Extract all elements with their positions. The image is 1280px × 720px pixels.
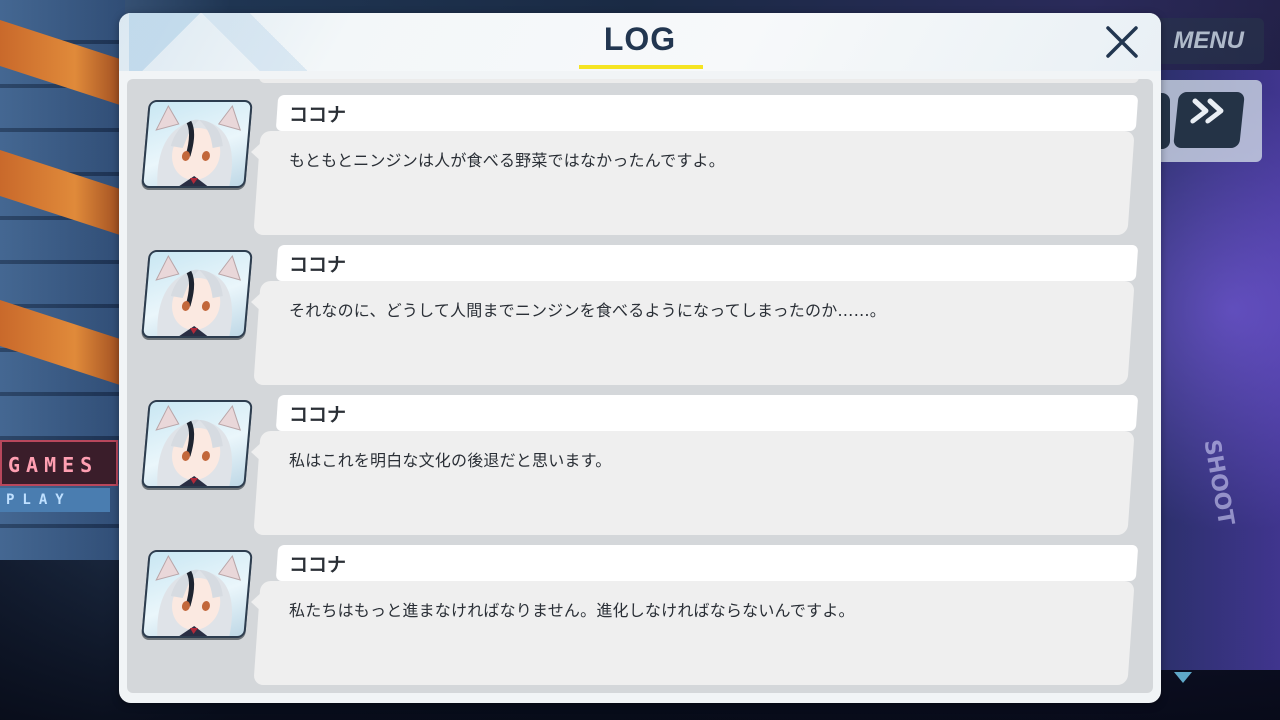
portrait-image bbox=[143, 252, 251, 336]
skip-button[interactable] bbox=[1173, 92, 1245, 148]
speaker-name: ココナ bbox=[289, 254, 347, 276]
double-chevron-right-icon bbox=[1189, 92, 1231, 127]
log-header: LOG bbox=[119, 13, 1161, 71]
speech-bubble-tail bbox=[251, 441, 263, 463]
speech-bubble-tail bbox=[251, 291, 263, 313]
speech-bubble-tail bbox=[251, 141, 263, 163]
games-sign: GAMES bbox=[0, 440, 118, 486]
speaker-name: ココナ bbox=[289, 104, 347, 126]
log-entry: ココナ それなのに、どうして人間までニンジンを食べるようになってしまったのか……… bbox=[127, 245, 1153, 391]
log-entry: ココナ もともとニンジンは人が食べる野菜ではなかったんですよ。 bbox=[127, 95, 1153, 241]
log-entry: ココナ 私はこれを明白な文化の後退だと思います。 bbox=[127, 395, 1153, 541]
speaker-portrait bbox=[141, 400, 253, 488]
dialogue-text: 私たちはもっと進まなければなりません。進化しなければならないんですよ。 bbox=[289, 601, 855, 620]
speech-bubble-tail bbox=[251, 591, 263, 613]
speaker-portrait bbox=[141, 550, 253, 638]
close-button[interactable] bbox=[1102, 23, 1142, 61]
dialogue-text: 私はこれを明白な文化の後退だと思います。 bbox=[289, 451, 612, 470]
dialogue-text: それなのに、どうして人間までニンジンを食べるようになってしまったのか……。 bbox=[289, 301, 887, 320]
speaker-portrait bbox=[141, 250, 253, 338]
dialogue-text: もともとニンジンは人が食べる野菜ではなかったんですよ。 bbox=[289, 151, 725, 170]
speaker-name-box bbox=[275, 545, 1139, 581]
speaker-name-box bbox=[275, 95, 1139, 131]
portrait-image bbox=[143, 102, 251, 186]
log-title: LOG bbox=[603, 21, 677, 57]
scroll-down-indicator-icon bbox=[1174, 672, 1192, 683]
previous-entry-edge bbox=[259, 79, 1139, 83]
log-entry: ココナ 私たちはもっと進まなければなりません。進化しなければならないんですよ。 bbox=[127, 545, 1153, 691]
portrait-image bbox=[143, 552, 251, 636]
close-x-icon bbox=[1102, 26, 1142, 65]
portrait-image bbox=[143, 402, 251, 486]
speaker-name-box bbox=[275, 395, 1139, 431]
log-panel: LOG ココナ もともとニンジンは人が食べる野菜ではなかったんですよ。 ココナ … bbox=[119, 13, 1161, 703]
title-underline bbox=[579, 65, 703, 69]
speaker-portrait bbox=[141, 100, 253, 188]
log-scroll-area[interactable]: ココナ もともとニンジンは人が食べる野菜ではなかったんですよ。 ココナ それなの… bbox=[127, 79, 1153, 693]
menu-button[interactable]: MENU bbox=[1150, 18, 1264, 64]
play-sign: PLAY bbox=[0, 488, 110, 512]
speaker-name-box bbox=[275, 245, 1139, 281]
header-decoration bbox=[129, 13, 309, 71]
speaker-name: ココナ bbox=[289, 404, 347, 426]
speaker-name: ココナ bbox=[289, 554, 347, 576]
